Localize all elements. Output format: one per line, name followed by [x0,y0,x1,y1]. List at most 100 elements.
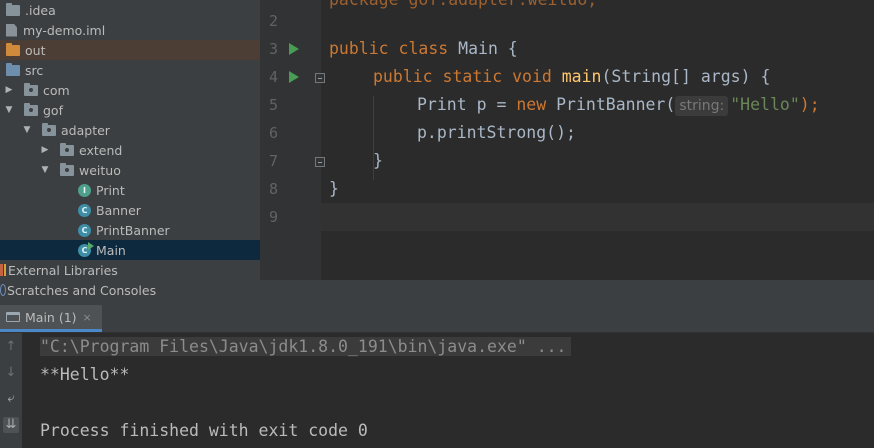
close-icon[interactable]: × [83,311,92,324]
code-line-1-partial: package gof.adapter.weituo; [329,0,597,14]
tree-item-label: Scratches and Consoles [7,282,157,298]
code-line-5: Print p = new PrintBanner(string: "Hello"… [417,91,820,119]
class-icon: C [78,223,91,237]
code-text: ); [799,95,820,114]
code-text: p.printStrong(); [417,123,576,142]
code-text: Print p = [417,95,517,114]
code-line-7: } [373,147,383,175]
project-panel-footer [260,280,874,305]
keyword: public class [329,39,459,58]
tree-item-print[interactable]: I Print [0,180,260,200]
package-icon [24,102,38,116]
package-icon [42,122,56,136]
chevron-down-icon[interactable]: ▼ [22,125,32,135]
source-folder-icon [6,62,20,76]
tree-item-src[interactable]: src [0,60,260,80]
package-icon [60,162,74,176]
console-command[interactable]: "C:\Program Files\Java\jdk1.8.0_191\bin\… [40,337,571,356]
tree-item-external-libraries[interactable]: External Libraries [0,260,260,280]
folder-icon [6,42,20,56]
chevron-right-icon[interactable]: ▶ [40,145,50,155]
class-icon: C [78,203,91,217]
line-number: 7 [268,152,278,170]
tree-item-com[interactable]: ▶ com [0,80,260,100]
fold-icon[interactable] [315,157,325,167]
run-class-icon[interactable] [289,43,299,55]
code-text: (String[] args) { [601,67,771,86]
package-icon [24,82,38,96]
line-number: 6 [268,124,278,142]
chevron-down-icon[interactable]: ▼ [40,165,50,175]
tree-item-label: Main [96,242,126,258]
tree-item-label: adapter [61,122,110,138]
code-text: PrintBanner( [556,95,676,114]
string-literal: "Hello" [730,95,800,114]
tree-item-label: weituo [79,162,121,178]
code-line-6: p.printStrong(); [417,119,576,147]
console-output-line: **Hello** [40,365,130,384]
tree-item-label: src [25,62,44,78]
line-number: 5 [268,96,278,114]
console-exit-line: Process finished with exit code 0 [40,421,368,440]
line-number: 3 [268,40,278,58]
soft-wrap-icon[interactable]: ⤶ [3,391,19,407]
code-line-4: public static void main(String[] args) { [373,63,770,91]
current-line-highlight [321,203,874,231]
line-number: 8 [268,180,278,198]
tree-item-extend[interactable]: ▶ extend [0,140,260,160]
fold-icon[interactable] [315,73,325,83]
tree-item-label: com [43,82,70,98]
run-tab-bar: Main (1) × [0,305,874,333]
tree-item-idea[interactable]: .idea [0,0,260,20]
line-number: 4 [268,68,278,86]
runnable-class-icon: C [78,241,94,257]
chevron-right-icon[interactable]: ▶ [4,85,14,95]
folder-icon [6,2,20,16]
scroll-to-end-icon[interactable]: ⇊ [3,417,19,433]
tree-item-banner[interactable]: C Banner [0,200,260,220]
tree-item-gof[interactable]: ▼ gof [0,100,260,120]
code-text: } [329,179,339,198]
tree-item-label: External Libraries [8,262,118,278]
tree-item-label: .idea [25,2,56,18]
tree-item-label: Banner [96,202,141,218]
scratches-icon [0,284,6,296]
package-icon [60,142,74,156]
code-editor[interactable]: 2 3 4 5 6 7 8 9 package gof.adapter.weit… [260,0,874,280]
tree-item-out[interactable]: out [0,40,260,60]
parameter-hint: string: [675,96,729,116]
console-output[interactable]: "C:\Program Files\Java\jdk1.8.0_191\bin\… [22,333,874,448]
arrow-down-icon[interactable]: ↓ [3,365,19,381]
tree-item-iml[interactable]: my-demo.iml [0,20,260,40]
tab-main-run[interactable]: Main (1) × [0,305,102,332]
tree-item-adapter[interactable]: ▼ adapter [0,120,260,140]
tree-item-printbanner[interactable]: C PrintBanner [0,220,260,240]
chevron-down-icon[interactable]: ▼ [4,105,14,115]
project-tree-panel: .idea my-demo.iml out src ▶ com ▼ gof ▼ … [0,0,260,305]
keyword: new [516,95,557,114]
code-text: Main { [458,39,518,58]
line-number: 2 [268,12,278,30]
tree-item-label: gof [43,102,63,118]
run-main-icon[interactable] [289,71,299,83]
tree-item-weituo[interactable]: ▼ weituo [0,160,260,180]
libraries-icon [0,264,6,276]
tree-item-label: my-demo.iml [23,22,106,38]
arrow-up-icon[interactable]: ↑ [3,339,19,355]
tree-item-label: Print [96,182,125,198]
code-text: } [373,151,383,170]
tree-item-label: PrintBanner [96,222,170,238]
console-command-line: "C:\Program Files\Java\jdk1.8.0_191\bin\… [40,333,571,361]
run-toolbar: ↑ ↓ ⤶ ⇊ [0,333,22,448]
code-line-8: } [329,175,339,203]
keyword: public static void [373,67,562,86]
interface-icon: I [78,183,91,197]
tree-item-scratches[interactable]: Scratches and Consoles [0,280,260,300]
tab-label: Main (1) [25,309,77,325]
tree-item-main[interactable]: C Main [0,240,260,260]
tree-item-label: out [25,42,46,58]
line-number: 9 [268,208,278,226]
tree-item-label: extend [79,142,123,158]
application-icon [6,312,20,322]
editor-gutter: 2 3 4 5 6 7 8 9 [260,0,325,280]
